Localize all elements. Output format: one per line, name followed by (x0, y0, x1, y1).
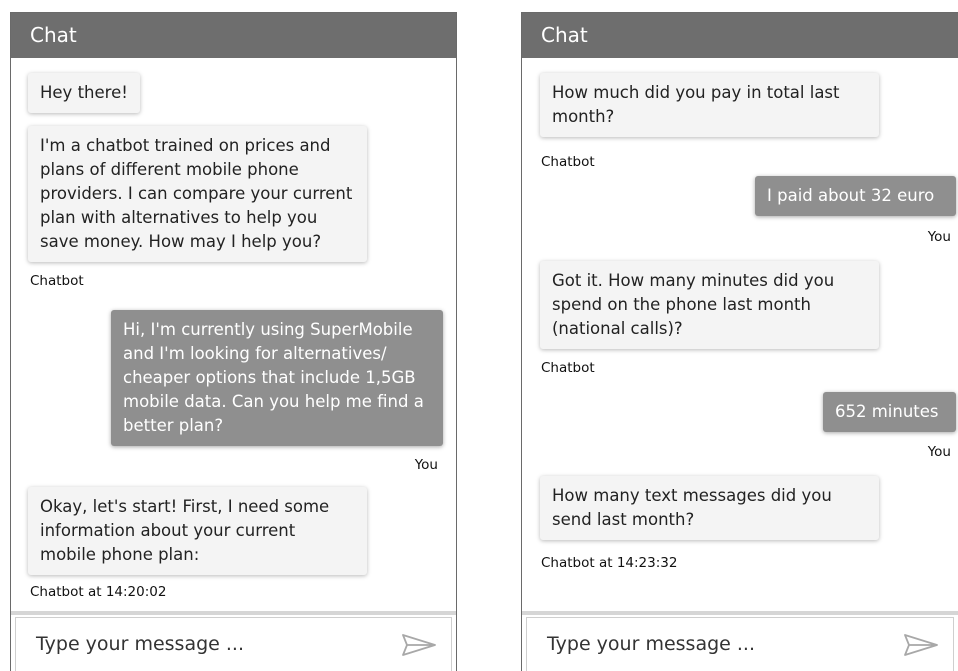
bot-message: Okay, let's start! First, I need some in… (28, 487, 367, 575)
chat-header-title: Chat (11, 13, 456, 58)
message-input-bar: Type your message ... (11, 611, 456, 671)
message-input-placeholder: Type your message ... (547, 633, 755, 655)
message-input[interactable]: Type your message ... (15, 617, 452, 671)
message-sender-label: Chatbot at 14:20:02 (30, 584, 167, 600)
message-input-bar: Type your message ... (522, 611, 958, 671)
message-sender-label: You (927, 444, 951, 460)
bot-message: How much did you pay in total last month… (540, 73, 879, 137)
message-sender-label: Chatbot (541, 360, 595, 376)
user-message: Hi, I'm currently using SuperMobile and … (111, 310, 443, 446)
chat-window-left: Chat Hey there! I'm a chatbot trained on… (10, 12, 457, 671)
message-sender-label: Chatbot at 14:23:32 (541, 555, 678, 571)
user-message: I paid about 32 euro (755, 176, 956, 216)
chat-window-right: Chat How much did you pay in total last … (521, 12, 958, 671)
message-input[interactable]: Type your message ... (526, 617, 954, 671)
chat-header-title: Chat (522, 13, 958, 58)
message-input-placeholder: Type your message ... (36, 633, 244, 655)
bot-message: Hey there! (28, 73, 140, 113)
message-sender-label: Chatbot (541, 154, 595, 170)
send-icon[interactable] (401, 633, 437, 657)
message-sender-label: You (414, 457, 438, 473)
message-sender-label: You (927, 229, 951, 245)
bot-message: Got it. How many minutes did you spend o… (540, 261, 879, 349)
send-icon[interactable] (903, 633, 939, 657)
bot-message: I'm a chatbot trained on prices and plan… (28, 126, 367, 262)
user-message: 652 minutes (823, 392, 956, 432)
bot-message: How many text messages did you send last… (540, 476, 879, 540)
message-sender-label: Chatbot (30, 273, 84, 289)
